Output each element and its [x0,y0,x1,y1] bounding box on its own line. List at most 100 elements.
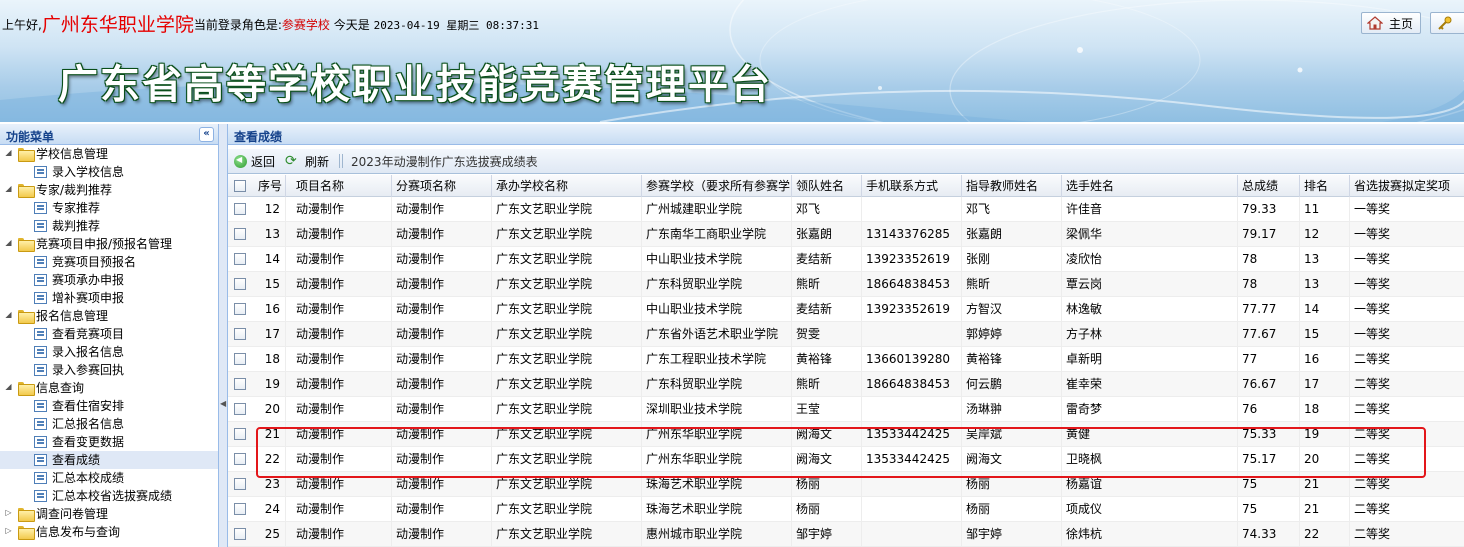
table-row[interactable]: 12 动漫制作 动漫制作 广东文艺职业学院 广州城建职业学院 邓飞 邓飞 许佳音 79.33 11… [228,197,1464,222]
expanded-toggle-icon[interactable]: ◢ [4,185,13,194]
toolbar-separator [339,154,341,168]
menu-item-label: 竞赛项目预报名 [52,255,137,269]
table-row[interactable]: 14 动漫制作 动漫制作 广东文艺职业学院 中山职业技术学院 麦结新 13923352619… [228,247,1464,272]
menu-group[interactable]: ◢ 竞赛项目申报/预报名管理 [0,235,218,253]
menu-item[interactable]: 竞赛项目预报名 [0,253,218,271]
column-header[interactable]: 序号 [256,175,286,197]
menu-item[interactable]: 汇总报名信息 [0,415,218,433]
menu-item[interactable]: 录入学校信息 [0,163,218,181]
expanded-toggle-icon[interactable]: ◢ [4,239,13,248]
menu-item[interactable]: 增补赛项申报 [0,289,218,307]
column-header[interactable]: 排名 [1300,175,1350,197]
table-cell: 二等奖 [1350,397,1464,422]
row-checkbox[interactable] [234,378,246,390]
table-row[interactable]: 16 动漫制作 动漫制作 广东文艺职业学院 中山职业技术学院 麦结新 13923352619… [228,297,1464,322]
column-header[interactable]: 项目名称 [292,175,392,197]
expanded-toggle-icon[interactable]: ◢ [4,149,13,158]
table-cell: 13923352619 [862,247,962,272]
table-cell: 75 [1238,472,1300,497]
home-button[interactable]: 主页 [1361,12,1421,34]
column-header[interactable]: 指导教师姓名 [962,175,1062,197]
column-header[interactable]: 选手姓名 [1062,175,1238,197]
menu-group[interactable]: ◢ 学校信息管理 [0,145,218,163]
expanded-toggle-icon[interactable]: ◢ [4,311,13,320]
collapsed-toggle-icon[interactable]: ▷ [4,509,13,518]
table-cell: 动漫制作 [292,297,392,322]
table-cell: 19 [1300,422,1350,447]
table-row[interactable]: 18 动漫制作 动漫制作 广东文艺职业学院 广东工程职业技术学院 黄裕锋 136601392… [228,347,1464,372]
table-cell: 23 [256,472,286,497]
panel-splitter[interactable]: ◀ [219,124,227,547]
row-checkbox[interactable] [234,253,246,265]
page-icon [34,346,47,358]
row-checkbox[interactable] [234,278,246,290]
key-button[interactable] [1430,12,1464,34]
back-button[interactable]: 返回 [234,153,275,170]
table-row[interactable]: 13 动漫制作 动漫制作 广东文艺职业学院 广东南华工商职业学院 张嘉朗 131433762… [228,222,1464,247]
collapsed-toggle-icon[interactable]: ▷ [4,527,13,536]
menu-item[interactable]: 查看住宿安排 [0,397,218,415]
table-row[interactable]: 17 动漫制作 动漫制作 广东文艺职业学院 广东省外语艺术职业学院 贺雯 郭婷婷 方子林 77.… [228,322,1464,347]
table-row[interactable]: 25 动漫制作 动漫制作 广东文艺职业学院 惠州城市职业学院 邹宇婷 邹宇婷 徐炜杭 74.33… [228,522,1464,547]
menu-item[interactable]: 专家推荐 [0,199,218,217]
row-checkbox[interactable] [234,453,246,465]
row-checkbox[interactable] [234,328,246,340]
menu-item[interactable]: 录入参赛回执 [0,361,218,379]
column-header[interactable]: 分赛项名称 [392,175,492,197]
menu-item[interactable]: 赛项承办申报 [0,271,218,289]
page-icon [34,292,47,304]
row-checkbox[interactable] [234,503,246,515]
menu-item[interactable]: 汇总本校省选拔赛成绩 [0,487,218,505]
column-header[interactable]: 手机联系方式 [862,175,962,197]
column-header[interactable]: 领队姓名 [792,175,862,197]
column-header[interactable]: 总成绩 [1238,175,1300,197]
table-cell: 13 [1300,272,1350,297]
menu-item[interactable]: 录入报名信息 [0,343,218,361]
table-row[interactable]: 19 动漫制作 动漫制作 广东文艺职业学院 广东科贸职业学院 熊昕 18664838453 何… [228,372,1464,397]
menu-item-label: 学校信息管理 [36,147,109,161]
row-checkbox[interactable] [234,528,246,540]
table-row[interactable]: 22 动漫制作 动漫制作 广东文艺职业学院 广州东华职业学院 阙海文 13533442425… [228,447,1464,472]
row-checkbox[interactable] [234,203,246,215]
current-role: 参赛学校 [281,18,330,32]
column-header[interactable]: 省选拔赛拟定奖项 [1350,175,1464,197]
row-checkbox[interactable] [234,353,246,365]
column-header[interactable]: 参赛学校（要求所有参赛学 [642,175,792,197]
menu-group[interactable]: ◢ 专家/裁判推荐 [0,181,218,199]
row-checkbox[interactable] [234,478,246,490]
refresh-button[interactable]: ⟳ 刷新 [285,153,329,170]
select-all-checkbox[interactable] [234,180,246,192]
menu-item-label: 录入参赛回执 [52,363,125,377]
menu-group[interactable]: ▷ 调查问卷管理 [0,505,218,523]
table-cell: 动漫制作 [392,472,492,497]
menu-group[interactable]: ◢ 报名信息管理 [0,307,218,325]
menu-item[interactable]: 裁判推荐 [0,217,218,235]
table-cell: 二等奖 [1350,497,1464,522]
row-checkbox[interactable] [234,428,246,440]
menu-item[interactable]: 查看变更数据 [0,433,218,451]
table-cell: 吴岸斌 [962,422,1062,447]
menu-item-label: 增补赛项申报 [52,291,125,305]
menu-item[interactable]: 查看成绩 [0,451,218,469]
table-row[interactable]: 15 动漫制作 动漫制作 广东文艺职业学院 广东科贸职业学院 熊昕 18664838453 熊… [228,272,1464,297]
table-cell: 中山职业技术学院 [642,297,792,322]
platform-title: 广东省高等学校职业技能竞赛管理平台 [58,62,772,108]
table-cell: 动漫制作 [392,447,492,472]
menu-item[interactable]: 查看竞赛项目 [0,325,218,343]
row-checkbox[interactable] [234,303,246,315]
table-row[interactable]: 20 动漫制作 动漫制作 广东文艺职业学院 深圳职业技术学院 王莹 汤琳翀 雷奇梦 76 18 二等… [228,397,1464,422]
table-cell: 深圳职业技术学院 [642,397,792,422]
menu-group[interactable]: ▷ 信息发布与查询 [0,523,218,541]
row-checkbox[interactable] [234,228,246,240]
table-row[interactable]: 24 动漫制作 动漫制作 广东文艺职业学院 珠海艺术职业学院 杨丽 杨丽 项成仪 75 21 二等奖 [228,497,1464,522]
menu-group[interactable]: ◢ 信息查询 [0,379,218,397]
collapse-button[interactable]: « [199,127,214,142]
splitter-arrow-icon[interactable]: ◀ [220,399,226,408]
row-checkbox[interactable] [234,403,246,415]
table-cell: 动漫制作 [292,247,392,272]
expanded-toggle-icon[interactable]: ◢ [4,383,13,392]
table-row[interactable]: 21 动漫制作 动漫制作 广东文艺职业学院 广州东华职业学院 阙海文 13533442425… [228,422,1464,447]
menu-item[interactable]: 汇总本校成绩 [0,469,218,487]
table-row[interactable]: 23 动漫制作 动漫制作 广东文艺职业学院 珠海艺术职业学院 杨丽 杨丽 杨嘉谊 75 21 二等奖 [228,472,1464,497]
column-header[interactable]: 承办学校名称 [492,175,642,197]
